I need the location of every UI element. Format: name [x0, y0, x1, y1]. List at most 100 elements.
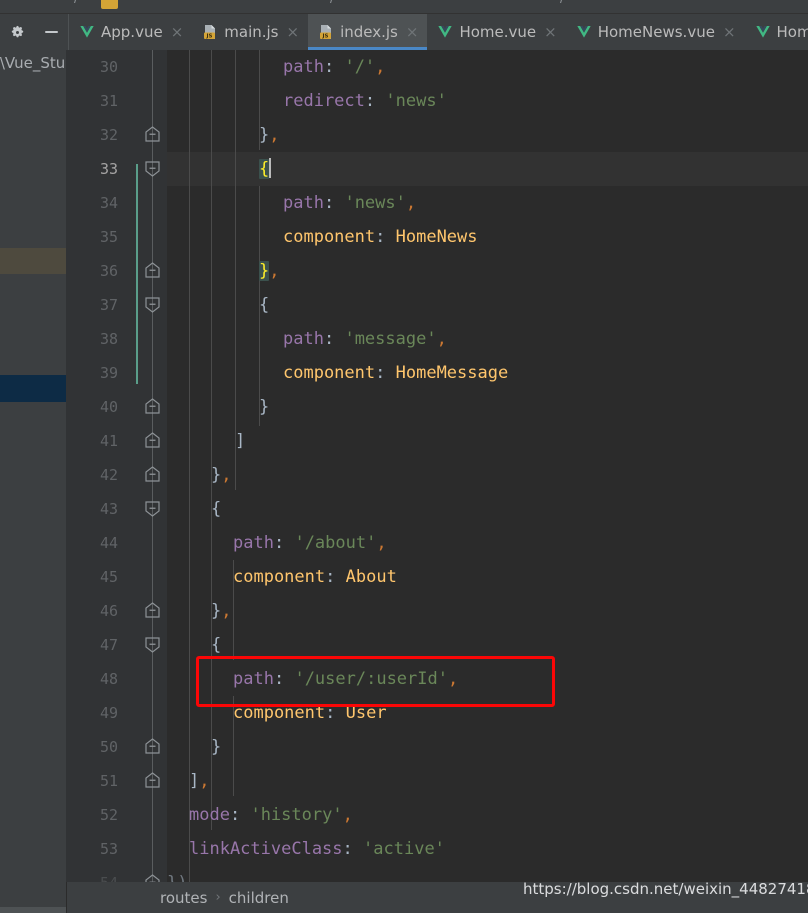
gear-icon[interactable]: [8, 23, 26, 41]
line-number: 35: [99, 228, 118, 246]
project-tool-window-strip[interactable]: s\Vue_Stu: [0, 50, 67, 882]
svg-text:JS: JS: [206, 34, 213, 40]
svg-text:JS: JS: [322, 34, 329, 40]
js-file-icon: [101, 0, 118, 9]
tab-label: main.js: [224, 22, 279, 41]
code-line[interactable]: },: [259, 118, 280, 152]
code-line[interactable]: ],: [189, 764, 210, 798]
breadcrumb-item-routes[interactable]: routes: [160, 889, 207, 907]
close-icon[interactable]: ×: [406, 24, 419, 40]
code-line[interactable]: mode: 'history',: [189, 798, 353, 832]
code-line[interactable]: {: [259, 152, 272, 186]
line-number: 52: [99, 806, 118, 824]
code-line[interactable]: },: [259, 254, 280, 288]
close-icon[interactable]: ×: [544, 24, 557, 40]
code-line[interactable]: },: [211, 458, 232, 492]
line-number: 41: [99, 432, 118, 450]
line-number: 46: [99, 602, 118, 620]
fold-end-icon[interactable]: [144, 772, 161, 789]
line-number: 53: [99, 840, 118, 858]
fold-start-icon[interactable]: [144, 500, 161, 517]
code-line[interactable]: component: About: [233, 560, 397, 594]
fold-end-icon[interactable]: [144, 432, 161, 449]
editor-tab-bar: App.vue × JS main.js × JS index.js × Hom…: [0, 14, 808, 51]
tab-index-js[interactable]: JS index.js ×: [308, 14, 428, 50]
tool-window-chip[interactable]: [0, 907, 66, 913]
indent-guide: [189, 50, 190, 882]
project-path-label: s\Vue_Stu: [0, 54, 66, 72]
code-line[interactable]: },: [211, 594, 232, 628]
js-file-icon: JS: [318, 24, 334, 40]
line-number: 37: [99, 296, 118, 314]
tab-label: index.js: [340, 22, 398, 41]
line-number: 38: [99, 330, 118, 348]
code-line[interactable]: component: User: [233, 696, 387, 730]
code-line[interactable]: }: [211, 730, 221, 764]
tab-app-vue[interactable]: App.vue ×: [69, 14, 192, 50]
line-number: 34: [99, 194, 118, 212]
line-number: 48: [99, 670, 118, 688]
code-line[interactable]: path: '/',: [283, 50, 385, 84]
code-line[interactable]: {: [259, 288, 269, 322]
chevron-right-icon: ›: [215, 890, 221, 905]
line-number: 44: [99, 534, 118, 552]
code-line[interactable]: path: '/user/:userId',: [233, 662, 458, 696]
tab-main-js[interactable]: JS main.js ×: [192, 14, 308, 50]
close-icon[interactable]: ×: [171, 24, 184, 40]
line-number: 32: [99, 126, 118, 144]
code-line[interactable]: linkActiveClass: 'active': [189, 832, 445, 866]
code-line[interactable]: }: [259, 390, 269, 424]
vcs-change-marker: [136, 164, 138, 384]
line-number: 47: [99, 636, 118, 654]
line-number: 51: [99, 772, 118, 790]
code-line[interactable]: path: '/about',: [233, 526, 387, 560]
tab-label: App.vue: [101, 22, 163, 41]
vue-file-icon: [79, 24, 95, 40]
fold-end-icon[interactable]: [144, 398, 161, 415]
code-line[interactable]: ]: [235, 424, 245, 458]
tab-home-vue[interactable]: Home.vue ×: [427, 14, 565, 50]
fold-end-icon[interactable]: [144, 874, 161, 882]
tab-homenews-vue[interactable]: HomeNews.vue ×: [566, 14, 745, 50]
editor-tab-tool-buttons: [0, 14, 69, 50]
line-number: 39: [99, 364, 118, 382]
code-line[interactable]: component: HomeNews: [283, 220, 478, 254]
partial-top-row: / — / /: [0, 0, 808, 14]
line-number: 40: [99, 398, 118, 416]
code-line[interactable]: redirect: 'news': [283, 84, 447, 118]
code-line[interactable]: }): [167, 866, 187, 882]
fold-end-icon[interactable]: [144, 738, 161, 755]
line-number: 33: [99, 160, 118, 178]
close-icon[interactable]: ×: [723, 24, 736, 40]
line-number: 42: [99, 466, 118, 484]
fold-end-icon[interactable]: [144, 466, 161, 483]
project-row-selected: [0, 375, 66, 402]
code-line[interactable]: path: 'news',: [283, 186, 416, 220]
minimize-icon[interactable]: [42, 23, 60, 41]
close-icon[interactable]: ×: [287, 24, 300, 40]
project-row-highlight-olive: [0, 248, 66, 274]
tab-label: Home.vue: [459, 22, 537, 41]
code-line[interactable]: {: [211, 628, 221, 662]
code-line[interactable]: {: [211, 492, 221, 526]
indent-guide: [211, 50, 212, 830]
fold-start-icon[interactable]: [144, 160, 161, 177]
fold-end-icon[interactable]: [144, 602, 161, 619]
fold-end-icon[interactable]: [144, 262, 161, 279]
breadcrumb: routes › children: [160, 882, 289, 913]
code-line[interactable]: component: HomeMessage: [283, 356, 508, 390]
tab-home-clipped[interactable]: Home: [745, 14, 808, 50]
watermark-url: https://blog.csdn.net/weixin_44827418: [523, 880, 808, 898]
breadcrumb-item-children[interactable]: children: [229, 889, 289, 907]
fold-start-icon[interactable]: [144, 636, 161, 653]
code-editor[interactable]: path: '/', redirect: 'news'},{path: 'news…: [167, 50, 808, 882]
fold-start-icon[interactable]: [144, 296, 161, 313]
fold-end-icon[interactable]: [144, 126, 161, 143]
line-number: 43: [99, 500, 118, 518]
ide-window: / — / /: [0, 0, 808, 913]
editor-gutter[interactable]: 30 31 32 33 34 35 36 37 38 39 40 41 42 43 44 45 46 47 48 49…: [66, 50, 167, 882]
line-number: 49: [99, 704, 118, 722]
code-line[interactable]: path: 'message',: [283, 322, 447, 356]
tab-label: HomeNews.vue: [597, 22, 715, 41]
vue-file-icon: [755, 24, 771, 40]
